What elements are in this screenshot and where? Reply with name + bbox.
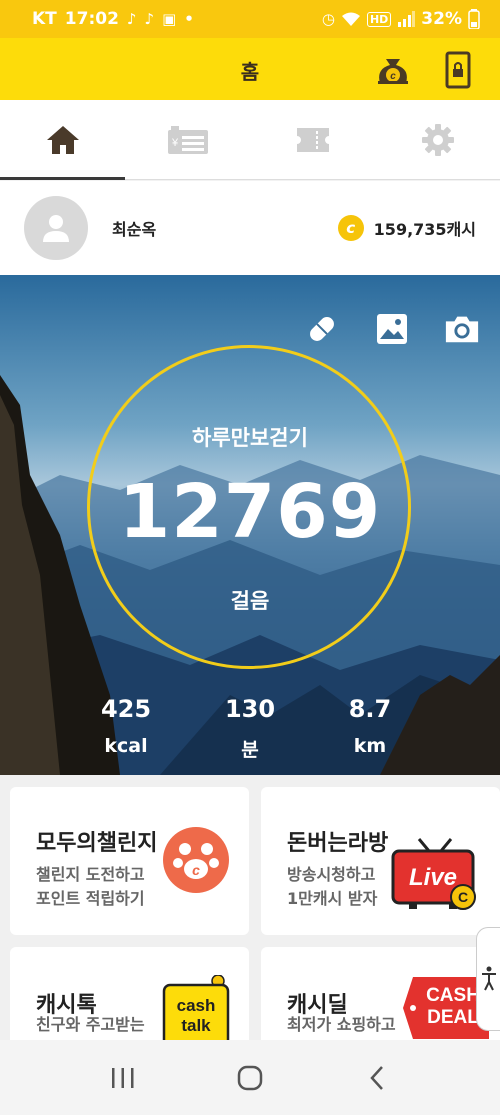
- step-count: 12769: [118, 469, 382, 555]
- svg-text:c: c: [390, 71, 396, 82]
- back-button[interactable]: [347, 1048, 407, 1108]
- dot-icon: •: [184, 10, 194, 28]
- back-icon: [369, 1065, 383, 1090]
- home-circle-icon: [237, 1065, 263, 1090]
- card-desc: 친구와 주고받는: [36, 1015, 145, 1034]
- recent-apps-icon: [112, 1067, 134, 1088]
- ticket-icon: [296, 127, 329, 152]
- card-desc-line: 포인트 적립하기: [36, 889, 145, 908]
- accessibility-icon: [481, 966, 496, 991]
- step-unit: 걸음: [230, 589, 270, 613]
- svg-text:C: C: [458, 889, 468, 905]
- home-icon: [46, 125, 79, 154]
- feature-cards: 모두의챌린지 챌린지 도전하고포인트 적립하기 c 돈버는라방 방송시청하고 1만…: [0, 775, 500, 1047]
- status-left: KT 17:02 ♪ ♪ ▣ •: [32, 9, 194, 29]
- system-nav-bar: [0, 1040, 500, 1115]
- minutes-stat: 130 분: [200, 695, 300, 762]
- cash-register-icon: ¥: [167, 125, 208, 154]
- cashtalk-card[interactable]: 캐시톡 친구와 주고받는 cash talk: [10, 947, 249, 1047]
- camera-button[interactable]: [444, 311, 480, 347]
- notification-icon: ♪: [144, 10, 155, 28]
- notification-icon: ♪: [126, 10, 137, 28]
- alarm-icon: ◷: [321, 10, 335, 28]
- cashdeal-line1: CASH: [426, 985, 480, 1006]
- clock: 17:02: [64, 9, 119, 29]
- signal-icon: [398, 11, 416, 27]
- coin-icon: c: [337, 215, 364, 241]
- gear-icon: [421, 123, 454, 156]
- image-icon: [377, 314, 407, 344]
- tab-settings[interactable]: [375, 100, 500, 179]
- image-notification-icon: ▣: [162, 10, 177, 28]
- card-desc-line: 방송시청하고: [287, 865, 376, 884]
- cashdeal-card[interactable]: 캐시딜 최저가 쇼핑하고 CASH DEAL: [261, 947, 500, 1047]
- profile-row: 최순옥 c 159,735캐시: [0, 181, 500, 275]
- challenge-card[interactable]: 모두의챌린지 챌린지 도전하고포인트 적립하기 c: [10, 787, 249, 935]
- phone-lock-icon: [445, 51, 471, 89]
- status-bar: KT 17:02 ♪ ♪ ▣ • ◷ HD 32%: [0, 0, 500, 38]
- live-tv-icon: Live C: [389, 835, 481, 919]
- cashdeal-line2: DEAL: [427, 1007, 479, 1028]
- tab-ticket[interactable]: [250, 100, 375, 179]
- live-broadcast-card[interactable]: 돈버는라방 방송시청하고 1만캐시 받자 Live C: [261, 787, 500, 935]
- card-title: 돈버는라방: [287, 831, 389, 856]
- stat-value: 8.7: [348, 695, 392, 723]
- user-name: 최순옥: [112, 220, 157, 239]
- cash-amount: 159,735캐시: [373, 220, 476, 239]
- distance-stat: 8.7 km: [320, 695, 420, 757]
- battery-percent: 32%: [421, 9, 462, 29]
- lock-screen-button[interactable]: [438, 50, 478, 90]
- cash-bag-icon: c: [378, 59, 408, 84]
- card-desc: 최저가 쇼핑하고: [287, 1015, 396, 1034]
- camera-icon: [445, 316, 479, 343]
- wifi-icon: [341, 12, 360, 26]
- stat-value: 425: [100, 695, 152, 723]
- user-icon: [43, 215, 69, 242]
- card-desc: 방송시청하고 1만캐시 받자: [287, 863, 377, 911]
- hd-icon: HD: [366, 11, 392, 27]
- tab-home[interactable]: [0, 100, 125, 180]
- page-title: 홈: [240, 60, 260, 84]
- pill-button[interactable]: [304, 311, 340, 347]
- challenge-label: 하루만보걷기: [192, 426, 308, 450]
- accessibility-button[interactable]: [476, 927, 500, 1031]
- svg-text:¥: ¥: [170, 137, 178, 149]
- stat-unit: 분: [241, 739, 259, 761]
- status-right: ◷ HD 32%: [322, 9, 480, 29]
- app-header: 홈 c: [0, 38, 500, 100]
- cashtalk-line2: talk: [181, 1016, 211, 1035]
- pill-icon: [310, 317, 334, 341]
- stat-unit: km: [353, 735, 387, 757]
- paw-icon: c: [163, 827, 229, 893]
- tab-bar: ¥: [0, 100, 500, 180]
- carrier-label: KT: [32, 9, 57, 29]
- cashtalk-line1: cash: [177, 996, 216, 1015]
- tab-cash-register[interactable]: ¥: [125, 100, 250, 179]
- svg-text:c: c: [192, 862, 200, 878]
- card-desc-line: 1만캐시 받자: [287, 889, 378, 908]
- step-counter-panel: 하루만보걷기 12769 걸음 425 kcal 130 분 8.7 km: [0, 275, 500, 775]
- live-label: Live: [409, 864, 457, 891]
- calories-stat: 425 kcal: [76, 695, 176, 757]
- cash-bag-button[interactable]: c: [373, 50, 413, 90]
- home-button[interactable]: [220, 1048, 280, 1108]
- hero-toolbar: [304, 311, 480, 347]
- recent-apps-button[interactable]: [93, 1048, 153, 1108]
- cashtalk-logo: cash talk: [158, 974, 232, 1047]
- card-desc-line: 챌린지 도전하고: [36, 865, 145, 884]
- stat-value: 130: [224, 695, 276, 723]
- avatar[interactable]: [24, 196, 88, 260]
- gallery-button[interactable]: [374, 311, 410, 347]
- card-title: 모두의챌린지: [36, 831, 158, 856]
- cash-balance[interactable]: c 159,735캐시: [337, 215, 476, 241]
- battery-icon: [468, 9, 480, 29]
- card-desc: 챌린지 도전하고포인트 적립하기: [36, 863, 145, 911]
- stat-unit: kcal: [104, 735, 148, 757]
